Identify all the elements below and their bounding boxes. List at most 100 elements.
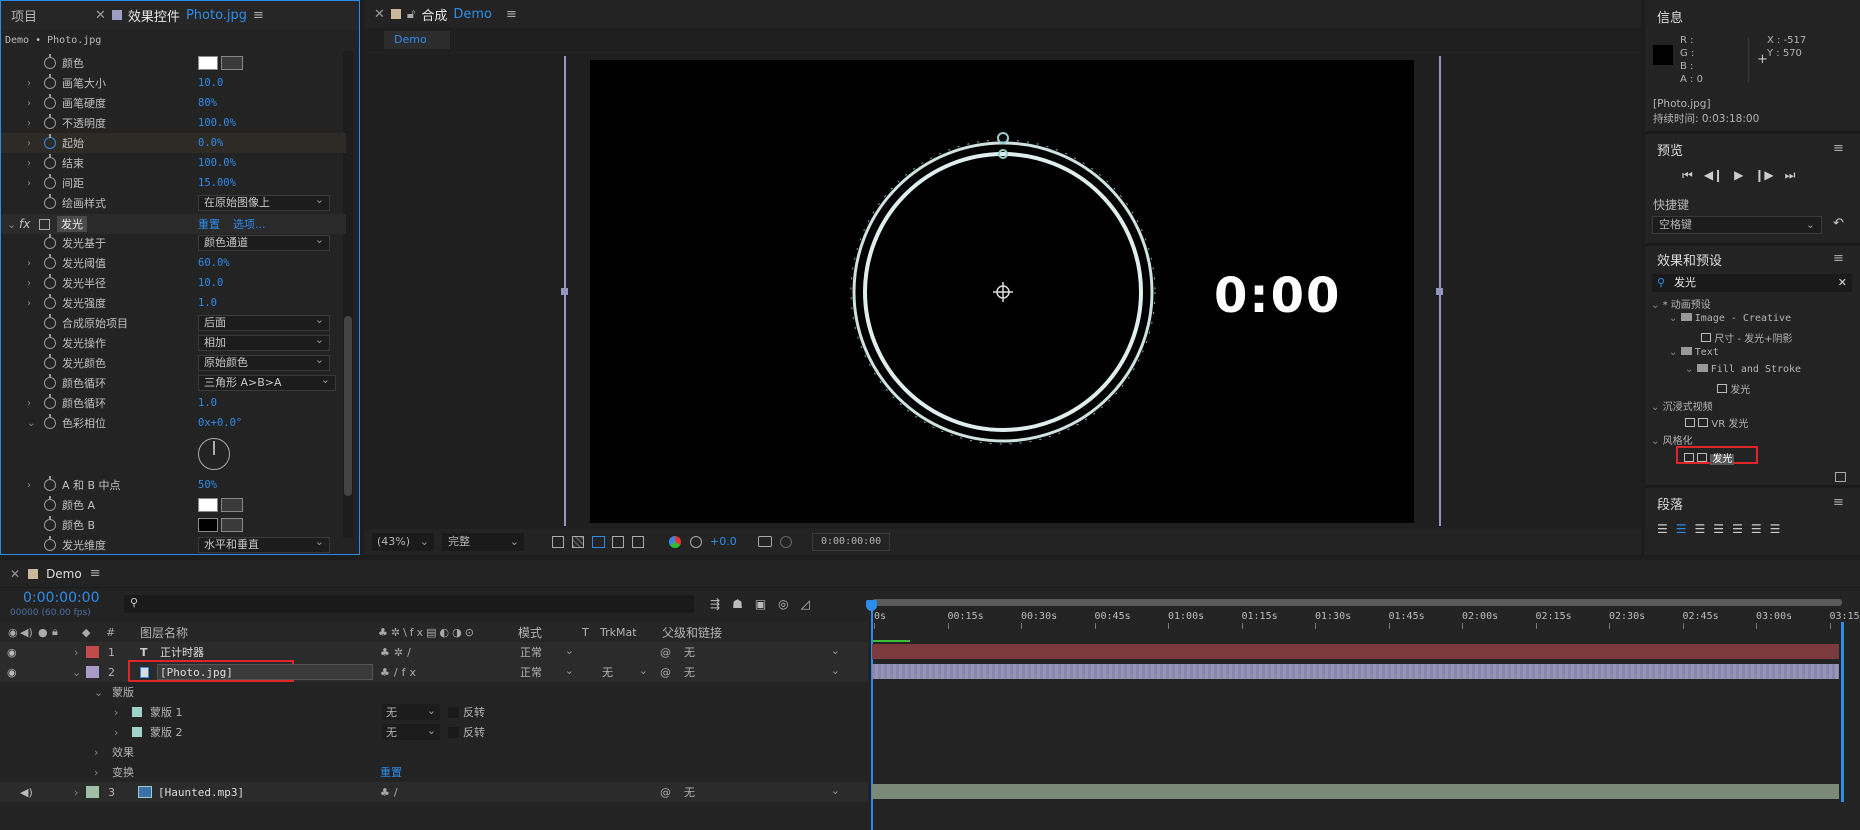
layer-switches[interactable]: ♣/: [380, 786, 402, 799]
reset-shortcut-icon[interactable]: ↶: [1833, 216, 1844, 231]
current-time-display[interactable]: 0:00:00:00: [812, 533, 891, 551]
chevron-right-icon[interactable]: ›: [27, 398, 31, 409]
stopwatch-icon[interactable]: [44, 254, 56, 269]
justify-all-icon[interactable]: ☰: [1770, 522, 1781, 536]
glow-dimensions-dropdown[interactable]: 水平和垂直: [198, 535, 330, 553]
tree-item-stylize[interactable]: ⌄ 风格化: [1651, 432, 1693, 447]
parent-dropdown[interactable]: 无 ⌄: [684, 644, 840, 660]
pickwhip-icon[interactable]: @: [660, 666, 671, 679]
color-a-swatch[interactable]: [198, 498, 218, 512]
panel-menu-icon[interactable]: ≡: [253, 8, 264, 23]
stopwatch-icon[interactable]: [44, 114, 56, 129]
audio-toggle-icon[interactable]: ◀): [20, 626, 33, 639]
stopwatch-icon[interactable]: [44, 94, 56, 109]
timer-text[interactable]: 0:00: [1214, 268, 1341, 324]
play-icon[interactable]: ▶: [1734, 168, 1743, 183]
speaker-icon[interactable]: ◀): [20, 786, 33, 799]
stopwatch-icon[interactable]: [44, 314, 56, 329]
transform-reset-link[interactable]: 重置: [380, 764, 402, 780]
layer-label-color[interactable]: [86, 646, 99, 658]
chevron-right-icon[interactable]: ›: [27, 178, 31, 189]
layer-switches[interactable]: ♣/fx: [380, 666, 420, 679]
color-swatch[interactable]: [198, 56, 218, 70]
layer-bar-3[interactable]: [872, 784, 1839, 799]
mask-mode-dropdown[interactable]: 无 ⌄: [382, 704, 440, 720]
blend-mode-dropdown[interactable]: 正常 ⌄: [520, 664, 574, 680]
first-frame-icon[interactable]: ⏮: [1682, 168, 1693, 183]
align-right-icon[interactable]: ☰: [1695, 522, 1706, 536]
stopwatch-icon[interactable]: [44, 476, 56, 491]
tab-composition[interactable]: ✕ 🔓︎ 合成 Demo ≡: [364, 0, 527, 28]
glow-based-on-dropdown[interactable]: 颜色通道: [198, 233, 330, 251]
chevron-right-icon[interactable]: ›: [114, 726, 118, 739]
snapshot-icon[interactable]: [758, 536, 772, 547]
playhead-handle[interactable]: [866, 600, 877, 611]
motion-blur-icon[interactable]: ◎: [778, 597, 788, 611]
layer-switches[interactable]: ♣✲/: [380, 646, 415, 659]
prop-glow-colors[interactable]: 发光颜色 原始颜色: [1, 353, 346, 373]
chevron-down-icon[interactable]: ⌄: [72, 666, 81, 679]
prop-ab-midpoint[interactable]: › A 和 B 中点 50%: [1, 475, 346, 495]
chevron-right-icon[interactable]: ›: [27, 480, 31, 491]
stopwatch-icon[interactable]: [44, 354, 56, 369]
chevron-down-icon[interactable]: ⌄: [7, 218, 16, 231]
shy-layers-icon[interactable]: ☗: [732, 597, 743, 611]
eye-icon[interactable]: ◉: [7, 646, 17, 659]
prop-color-loops[interactable]: › 颜色循环 1.0: [1, 393, 346, 413]
stopwatch-icon[interactable]: [44, 496, 56, 511]
stopwatch-icon[interactable]: [44, 194, 56, 209]
handle-left[interactable]: [561, 288, 568, 295]
comp-subtab-demo[interactable]: Demo: [384, 31, 450, 49]
effects-group-row[interactable]: › 效果: [0, 742, 868, 762]
resolution-dropdown[interactable]: 完整 ⌄: [442, 533, 524, 551]
tree-item-vr-glow[interactable]: VR 发光: [1685, 415, 1748, 430]
layer-label-color[interactable]: [86, 666, 99, 678]
layer-row-3[interactable]: ◀) › 3 [Haunted.mp3] ♣/ @ 无 ⌄: [0, 782, 868, 802]
time-ruler[interactable]: 0s 00:15s 00:30s 00:45s 01:00s 01:15s 01:30s 01…: [868, 595, 1860, 645]
solo-icon[interactable]: ●: [38, 626, 48, 639]
chevron-right-icon[interactable]: ›: [94, 766, 98, 779]
region-of-interest-icon[interactable]: [552, 536, 564, 548]
mask-name[interactable]: 蒙版 1: [150, 704, 183, 720]
prop-opacity[interactable]: › 不透明度 100.0%: [1, 113, 346, 133]
mask-visibility-icon[interactable]: [592, 536, 605, 548]
layer-name[interactable]: [Photo.jpg]: [157, 664, 373, 680]
effect-glow-header[interactable]: ⌄ fx 发光 重置 选项...: [1, 214, 346, 234]
stopwatch-icon[interactable]: [44, 74, 56, 89]
glow-operation-dropdown[interactable]: 相加: [198, 333, 330, 351]
handle-right[interactable]: [1436, 288, 1443, 295]
pickwhip-icon[interactable]: @: [660, 646, 671, 659]
layer-row-1[interactable]: ◉ › 1 T 正计时器 ♣✲/ 正常 ⌄ @ 无 ⌄: [0, 642, 868, 662]
prop-brush-hardness[interactable]: › 画笔硬度 80%: [1, 93, 346, 113]
layer-bar-1[interactable]: [872, 644, 1839, 659]
prop-glow-operation[interactable]: 发光操作 相加: [1, 333, 346, 353]
stopwatch-icon[interactable]: [44, 536, 56, 551]
chevron-right-icon[interactable]: ›: [27, 118, 31, 129]
justify-last-right-icon[interactable]: ☰: [1751, 522, 1762, 536]
prop-color-looping[interactable]: 颜色循环 三角形 A>B>A: [1, 373, 346, 393]
paint-style-dropdown[interactable]: 在原始图像上: [198, 193, 330, 211]
stopwatch-icon[interactable]: [44, 274, 56, 289]
transform-group-row[interactable]: › 变换 重置: [0, 762, 868, 782]
pickwhip-icon[interactable]: @: [660, 786, 671, 799]
safe-margins-icon[interactable]: [612, 536, 624, 548]
viewport[interactable]: 0:00: [364, 53, 1641, 529]
panel-menu-icon[interactable]: ≡: [1833, 251, 1844, 266]
channels-icon[interactable]: [669, 536, 681, 548]
close-icon[interactable]: ✕: [95, 8, 106, 23]
stopwatch-icon[interactable]: [44, 374, 56, 389]
layer-name[interactable]: 正计时器: [160, 644, 204, 660]
exposure-value[interactable]: +0.0: [710, 535, 737, 548]
panel-menu-icon[interactable]: ≡: [90, 566, 101, 581]
chevron-right-icon[interactable]: ›: [27, 98, 31, 109]
panel-menu-icon[interactable]: ≡: [1833, 495, 1844, 510]
panel-menu-icon[interactable]: ≡: [1833, 141, 1844, 156]
eye-icon[interactable]: ◉: [7, 666, 17, 679]
composite-original-dropdown[interactable]: 后面: [198, 313, 330, 331]
masks-group-row[interactable]: ⌄ 蒙版: [0, 682, 868, 702]
close-icon[interactable]: ✕: [374, 7, 385, 22]
stopwatch-icon[interactable]: [44, 54, 56, 69]
stopwatch-icon[interactable]: [44, 154, 56, 169]
stopwatch-icon[interactable]: [44, 334, 56, 349]
eyedropper-icon[interactable]: [221, 518, 243, 532]
